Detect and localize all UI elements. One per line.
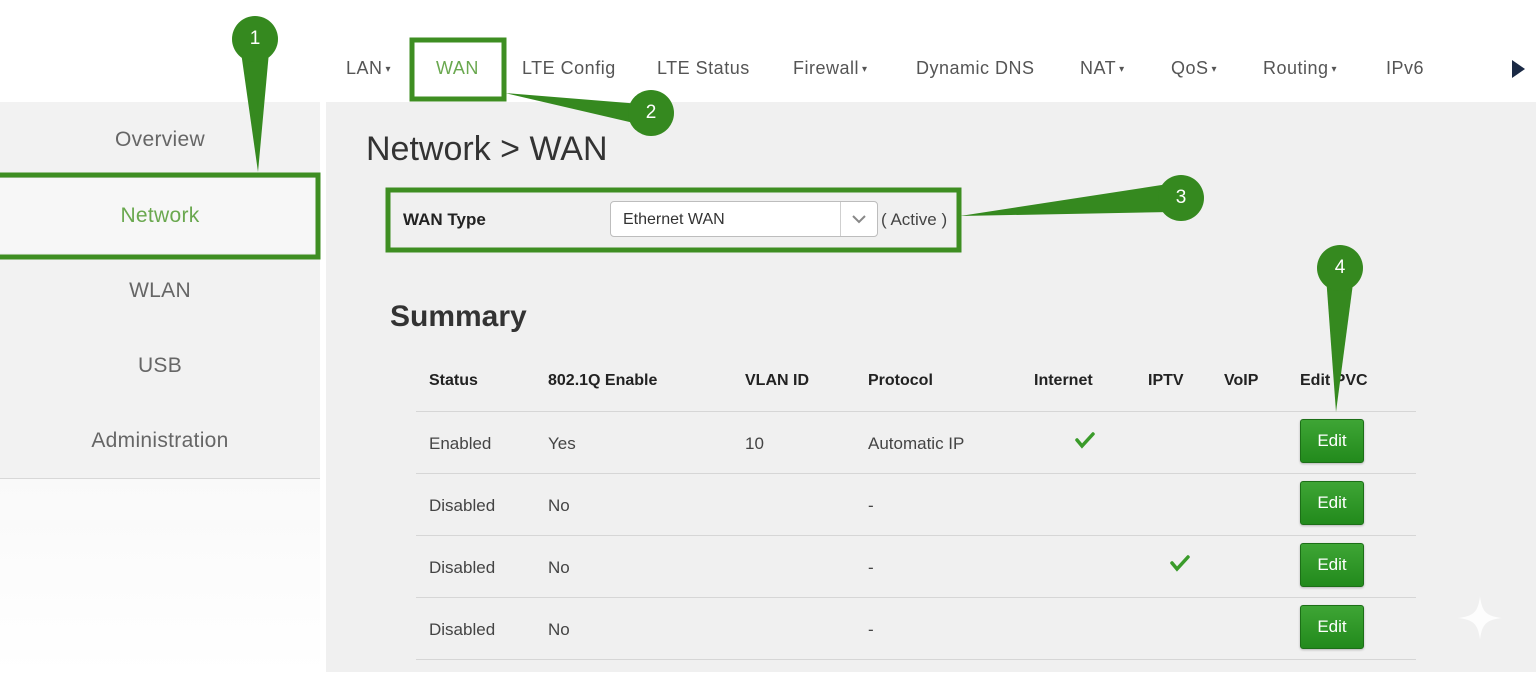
nav-wan[interactable]: WAN	[436, 58, 479, 79]
nav-dynamic-dns-label: Dynamic DNS	[916, 58, 1035, 78]
checkmark-icon	[1075, 432, 1095, 449]
nav-qos[interactable]: QoS ▾	[1171, 58, 1217, 79]
nav-routing-label: Routing	[1263, 58, 1329, 78]
chevron-down-icon: ▾	[1119, 64, 1125, 75]
col-header-8021q: 802.1Q Enable	[548, 372, 658, 389]
nav-dynamic-dns[interactable]: Dynamic DNS	[916, 58, 1035, 79]
nav-nat-label: NAT	[1080, 58, 1117, 78]
cell-protocol: -	[868, 558, 874, 577]
col-header-edit-pvc: Edit PVC	[1300, 372, 1368, 389]
chevron-down-icon[interactable]	[840, 202, 877, 236]
sidebar-item-wlan[interactable]: WLAN	[0, 253, 320, 329]
nav-qos-label: QoS	[1171, 58, 1209, 78]
nav-ipv6-label: IPv6	[1386, 58, 1425, 78]
nav-wan-label: WAN	[436, 58, 479, 78]
nav-routing[interactable]: Routing ▾	[1263, 58, 1337, 79]
main-content: Network > WAN WAN Type Ethernet WAN ( Ac…	[326, 102, 1536, 672]
nav-firewall[interactable]: Firewall ▾	[793, 58, 868, 79]
sidebar: Overview Network WLAN USB Administration	[0, 102, 320, 674]
cell-vlan-id: 10	[745, 434, 764, 453]
sparkle-icon	[1458, 596, 1502, 640]
cell-8021q: No	[548, 496, 570, 515]
cell-status: Disabled	[429, 558, 496, 577]
sidebar-item-overview[interactable]: Overview	[0, 102, 320, 178]
nav-lte-status-label: LTE Status	[657, 58, 750, 78]
chevron-down-icon: ▾	[1331, 64, 1338, 75]
sidebar-item-label: Administration	[91, 429, 229, 452]
table-divider	[416, 411, 1416, 412]
wan-type-label: WAN Type	[403, 210, 486, 229]
sidebar-item-label: WLAN	[129, 279, 191, 302]
edit-pvc-button[interactable]: Edit	[1300, 543, 1364, 587]
wan-status-note: ( Active )	[881, 210, 948, 229]
table-divider	[416, 473, 1416, 474]
chevron-down-icon: ▾	[862, 64, 868, 75]
edit-pvc-button[interactable]: Edit	[1300, 605, 1364, 649]
triangle-right-icon[interactable]	[1512, 60, 1525, 78]
table-divider	[416, 659, 1416, 660]
table-divider	[416, 535, 1416, 536]
cell-8021q: No	[548, 620, 570, 639]
cell-protocol: -	[868, 620, 874, 639]
cell-status: Disabled	[429, 620, 496, 639]
nav-lte-config-label: LTE Config	[522, 58, 616, 78]
wan-type-value: Ethernet WAN	[623, 211, 725, 228]
col-header-iptv: IPTV	[1148, 372, 1184, 389]
col-header-protocol: Protocol	[868, 372, 933, 389]
cell-status: Disabled	[429, 496, 496, 515]
nav-nat[interactable]: NAT ▾	[1080, 58, 1125, 79]
col-header-vlan-id: VLAN ID	[745, 372, 809, 389]
sidebar-item-label: Network	[120, 204, 200, 227]
sidebar-item-label: USB	[137, 354, 183, 377]
cell-8021q: No	[548, 558, 570, 577]
col-header-voip: VoIP	[1224, 372, 1259, 389]
callout-badge-4: 4	[1317, 245, 1363, 291]
checkmark-icon	[1170, 555, 1190, 572]
sidebar-background	[0, 479, 320, 674]
sidebar-item-usb[interactable]: USB	[0, 328, 320, 404]
edit-pvc-button[interactable]: Edit	[1300, 481, 1364, 525]
callout-badge-1: 1	[232, 16, 278, 62]
col-header-status: Status	[429, 372, 478, 389]
top-nav: LAN ▾ WAN LTE Config LTE Status Firewall ▾…	[0, 0, 1536, 102]
cell-8021q: Yes	[548, 434, 576, 453]
nav-lte-status[interactable]: LTE Status	[657, 58, 750, 79]
nav-lan[interactable]: LAN ▾	[346, 58, 391, 79]
wan-type-select[interactable]: Ethernet WAN	[610, 201, 878, 237]
chevron-down-icon: ▾	[385, 64, 392, 75]
nav-firewall-label: Firewall	[793, 58, 860, 78]
cell-protocol: -	[868, 496, 874, 515]
sidebar-item-label: Overview	[115, 128, 205, 151]
cell-status: Enabled	[429, 434, 492, 453]
nav-ipv6[interactable]: IPv6	[1386, 58, 1424, 79]
nav-lte-config[interactable]: LTE Config	[522, 58, 616, 79]
nav-lan-label: LAN	[346, 58, 383, 78]
col-header-internet: Internet	[1034, 372, 1093, 389]
sidebar-item-administration[interactable]: Administration	[0, 403, 320, 479]
callout-badge-3: 3	[1158, 175, 1204, 221]
callout-badge-2: 2	[628, 90, 674, 136]
chevron-down-icon: ▾	[1211, 64, 1218, 75]
cell-protocol: Automatic IP	[868, 434, 965, 453]
sidebar-item-network[interactable]: Network	[0, 178, 320, 254]
edit-pvc-button[interactable]: Edit	[1300, 419, 1364, 463]
page-title: Network > WAN	[366, 130, 608, 168]
table-divider	[416, 597, 1416, 598]
summary-title: Summary	[390, 300, 527, 333]
